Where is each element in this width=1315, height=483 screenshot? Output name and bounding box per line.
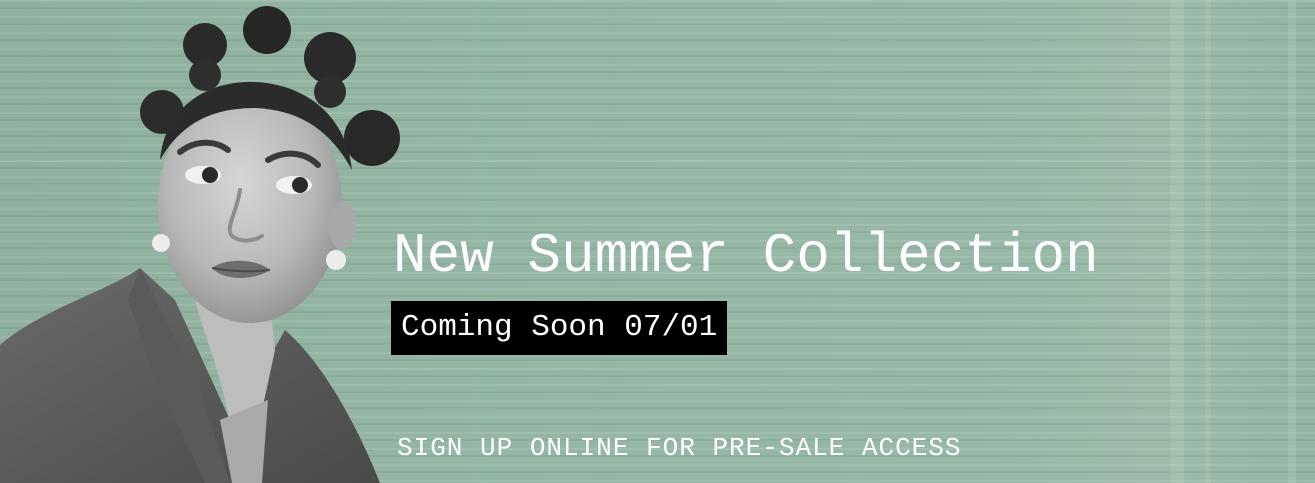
- background-stripe: [1170, 0, 1184, 483]
- headline: New Summer Collection: [393, 224, 1099, 288]
- presale-signup-link[interactable]: SIGN UP ONLINE FOR PRE-SALE ACCESS: [397, 430, 962, 466]
- portrait-image: [0, 6, 400, 483]
- background-stripe: [1288, 0, 1296, 483]
- hero-banner[interactable]: New Summer Collection Coming Soon 07/01 …: [0, 0, 1315, 483]
- coming-soon-badge: Coming Soon 07/01: [391, 301, 728, 355]
- background-stripe: [1205, 0, 1211, 483]
